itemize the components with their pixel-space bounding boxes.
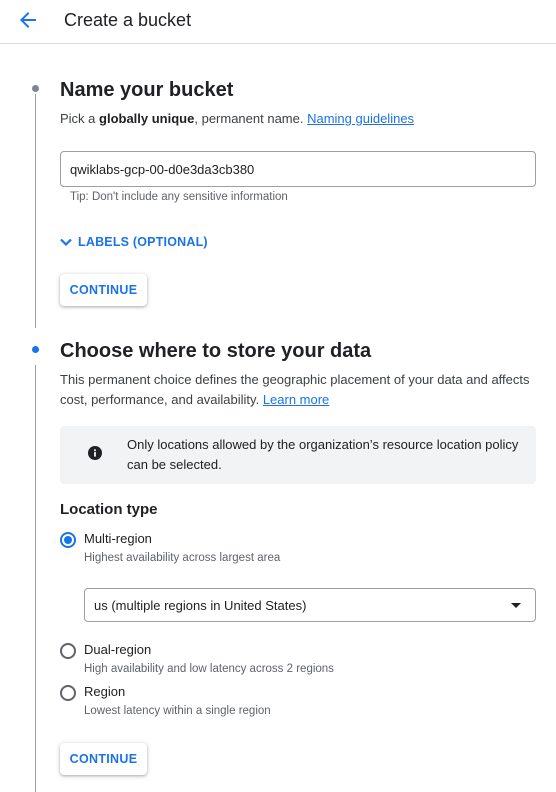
step-rail [35, 365, 36, 792]
dropdown-arrow-icon [511, 603, 521, 608]
step-indicator-active [32, 346, 39, 353]
location-type-heading: Location type [60, 501, 158, 518]
step-title-name-bucket: Name your bucket [60, 79, 234, 101]
multi-region-select-value: us (multiple regions in United States) [94, 598, 307, 613]
radio-sub-region: Lowest latency within a single region [84, 705, 271, 717]
arrow-back-icon [20, 12, 36, 28]
continue-button-step1[interactable]: CONTINUE [60, 274, 147, 306]
step-title-storage-location: Choose where to store your data [60, 340, 372, 362]
back-button[interactable] [14, 6, 42, 34]
desc-text: Pick a [60, 111, 100, 126]
top-bar: Create a bucket [0, 0, 556, 44]
step-indicator-done [32, 85, 39, 92]
step-description: This permanent choice defines the geogra… [60, 370, 540, 410]
desc-bold-text: globally unique [99, 111, 195, 126]
bucket-name-tip: Tip: Don't include any sensitive informa… [70, 191, 288, 203]
radio-sub-multi-region: Highest availability across largest area [84, 552, 281, 564]
page-title: Create a bucket [64, 10, 192, 30]
step-rail [35, 94, 36, 328]
continue-button-step2[interactable]: CONTINUE [60, 743, 147, 775]
naming-guidelines-link[interactable]: Naming guidelines [307, 111, 414, 126]
radio-dual-region[interactable] [60, 643, 76, 659]
radio-region[interactable] [60, 685, 76, 701]
radio-label-dual-region[interactable]: Dual-region [84, 641, 151, 659]
learn-more-link[interactable]: Learn more [263, 392, 329, 407]
location-policy-info-box: Only locations allowed by the organizati… [60, 426, 536, 484]
info-text: Only locations allowed by the organizati… [127, 437, 519, 472]
radio-sub-dual-region: High availability and low latency across… [84, 663, 334, 675]
radio-multi-region[interactable] [60, 532, 76, 548]
multi-region-select[interactable]: us (multiple regions in United States) [84, 588, 536, 622]
desc-text: , permanent name. [194, 111, 308, 126]
radio-label-region[interactable]: Region [84, 683, 125, 701]
radio-label-multi-region[interactable]: Multi-region [84, 530, 152, 548]
step-description: Pick a globally unique, permanent name. … [60, 109, 414, 129]
chevron-down-icon [60, 238, 72, 247]
info-icon [88, 446, 102, 460]
bucket-name-input[interactable] [60, 151, 536, 187]
labels-toggle-label: LABELS (OPTIONAL) [78, 235, 208, 249]
labels-optional-toggle[interactable]: LABELS (OPTIONAL) [58, 233, 208, 251]
